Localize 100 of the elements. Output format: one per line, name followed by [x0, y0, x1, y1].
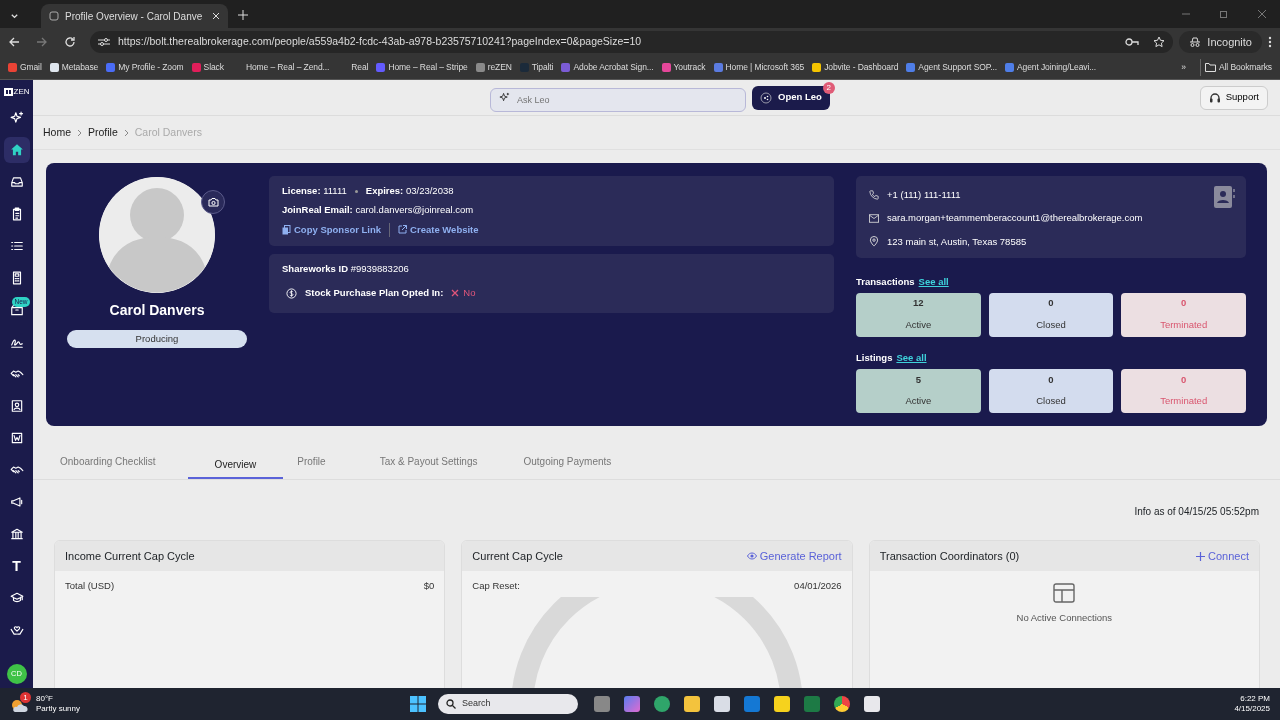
logo-mark	[3, 88, 13, 96]
clock-date: 4/15/2025	[1234, 704, 1270, 715]
tab[interactable]: Overview	[187, 457, 284, 479]
bookmark[interactable]: reZEN	[471, 59, 516, 76]
star-icon[interactable]	[1153, 36, 1166, 48]
weather-text: Partly sunny	[36, 704, 81, 714]
bookmark[interactable]: Home | Microsoft 365	[709, 59, 809, 76]
support-button[interactable]: Support	[1199, 85, 1268, 110]
bookmark[interactable]: Home – Real – Zend...	[227, 59, 334, 76]
expiry-text: Expires: 03/23/2038	[365, 184, 454, 198]
reload-icon[interactable]	[64, 36, 76, 48]
breadcrumb-link[interactable]: Home	[43, 124, 71, 141]
bookmark[interactable]: Tipalti	[515, 59, 558, 76]
status-pill: Producing	[67, 330, 247, 348]
chevron-icon	[123, 128, 129, 137]
bookmark[interactable]: Adobe Acrobat Sign...	[557, 59, 658, 76]
bookmark[interactable]: Real	[333, 59, 373, 76]
id-card-icon	[9, 399, 24, 413]
bookmark[interactable]: Youtrack	[657, 59, 710, 76]
temperature-text: 80°F	[36, 694, 54, 704]
sidebar-item[interactable]: T	[3, 553, 30, 579]
bookmark[interactable]: Metabase	[45, 59, 103, 76]
page-icon	[49, 11, 59, 21]
notification-badge: 2	[822, 81, 835, 94]
phone-icon	[869, 190, 879, 201]
camera-button[interactable]	[201, 190, 225, 214]
bookmark[interactable]: Jobvite - Dashboard	[808, 59, 903, 76]
bookmark[interactable]: My Profile - Zoom	[102, 59, 188, 76]
plus-icon	[1196, 551, 1205, 561]
weather-icon[interactable]	[10, 698, 28, 714]
action-link[interactable]: Connect	[1196, 547, 1249, 565]
start-icon[interactable]	[410, 696, 426, 712]
restore-icon[interactable]	[1220, 10, 1228, 18]
action-link[interactable]: Generate Report	[746, 547, 842, 565]
address-text: 123 main st, Austin, Texas 78585	[887, 234, 1027, 249]
row-value: $0	[423, 579, 435, 593]
letter-icon: T	[12, 559, 21, 573]
taskbar-search-field[interactable]: Search	[438, 694, 578, 714]
copy-icon	[282, 225, 291, 235]
clock-time: 6:22 PM	[1240, 693, 1270, 704]
browser-icon[interactable]	[834, 696, 850, 712]
tab[interactable]: Outgoing Payments	[509, 454, 626, 479]
graduation-cap-icon	[9, 591, 24, 605]
bookmark[interactable]: Agent Support SOP...	[902, 59, 1001, 76]
key-icon[interactable]	[1125, 37, 1140, 47]
eye-icon	[746, 552, 757, 560]
chevron-icon	[77, 128, 82, 137]
assistant-icon	[760, 91, 772, 104]
close-icon[interactable]	[1258, 10, 1266, 18]
row-value: 04/01/2026	[794, 579, 842, 593]
card-title: Current Cap Cycle	[472, 548, 563, 564]
browser-icon[interactable]	[654, 696, 670, 712]
site-info-icon[interactable]	[98, 37, 110, 47]
incognito-chip[interactable]: Incognito	[1179, 31, 1262, 53]
location-pin-icon	[869, 236, 879, 248]
sparkle-icon	[9, 111, 24, 125]
browser-tab[interactable]: Profile Overview - Carol Danve	[41, 4, 229, 28]
stat-tile[interactable]: 0 Closed	[988, 369, 1114, 413]
dollar-coin-icon	[286, 287, 297, 299]
heart-hands-icon	[9, 623, 24, 637]
camera-icon	[207, 197, 219, 207]
external-link-icon	[398, 225, 408, 235]
ask-field[interactable]: Ask Leo	[490, 87, 746, 112]
bank-icon	[9, 527, 24, 541]
more-bookmarks-button[interactable]: »	[1177, 59, 1190, 76]
link[interactable]: Create Website	[398, 222, 479, 237]
dot-separator	[354, 189, 358, 193]
bookmark[interactable]: Gmail	[4, 59, 46, 76]
license-text: License: 11111	[282, 184, 347, 198]
bookmark[interactable]: Agent Joining/Leavi...	[1001, 59, 1101, 76]
contact-card-icon[interactable]	[1214, 186, 1236, 208]
section-title: Listings	[856, 350, 893, 365]
empty-state-text: No Active Connections	[1016, 611, 1113, 625]
list-icon	[9, 239, 24, 253]
bookmark[interactable]: Home – Real – Stripe	[372, 59, 472, 76]
see-all-link[interactable]: See all	[896, 350, 927, 365]
stat-tile[interactable]: 0 Closed	[988, 292, 1114, 337]
stat-tile[interactable]: 12 Active	[856, 292, 981, 337]
stat-tile[interactable]: 5 Active	[856, 369, 981, 413]
box-icon	[9, 303, 24, 317]
see-all-link[interactable]: See all	[918, 274, 949, 289]
tab[interactable]: Tax & Payout Settings	[365, 454, 492, 479]
all-bookmarks-button[interactable]: All Bookmarks	[1199, 59, 1276, 76]
sparkle-icon	[499, 91, 510, 103]
back-icon[interactable]	[8, 36, 20, 48]
tab[interactable]: Onboarding Checklist	[45, 454, 170, 479]
tab-title: Profile Overview - Carol Danve	[65, 9, 203, 24]
breadcrumb-link[interactable]: Profile	[88, 124, 118, 141]
row-label: Total (USD)	[65, 579, 115, 593]
menu-icon[interactable]	[1268, 36, 1272, 48]
link[interactable]: Copy Sponsor Link	[282, 222, 382, 237]
address-bar[interactable]: https://bolt.therealbrokerage.com/people/a559a4b2-fcdc-43ab-a978-b23575710241?pageIndex=0&pageSize=10	[90, 31, 1174, 53]
sidebar-item[interactable]	[3, 137, 30, 163]
card-title: Transaction Coordinators (0)	[879, 548, 1020, 564]
tab[interactable]: Profile	[283, 454, 340, 479]
folder-icon	[1204, 63, 1216, 72]
document-icon	[9, 431, 24, 445]
megaphone-icon	[9, 495, 24, 509]
bookmark[interactable]: Slack	[187, 59, 228, 76]
mail-icon	[869, 213, 879, 223]
